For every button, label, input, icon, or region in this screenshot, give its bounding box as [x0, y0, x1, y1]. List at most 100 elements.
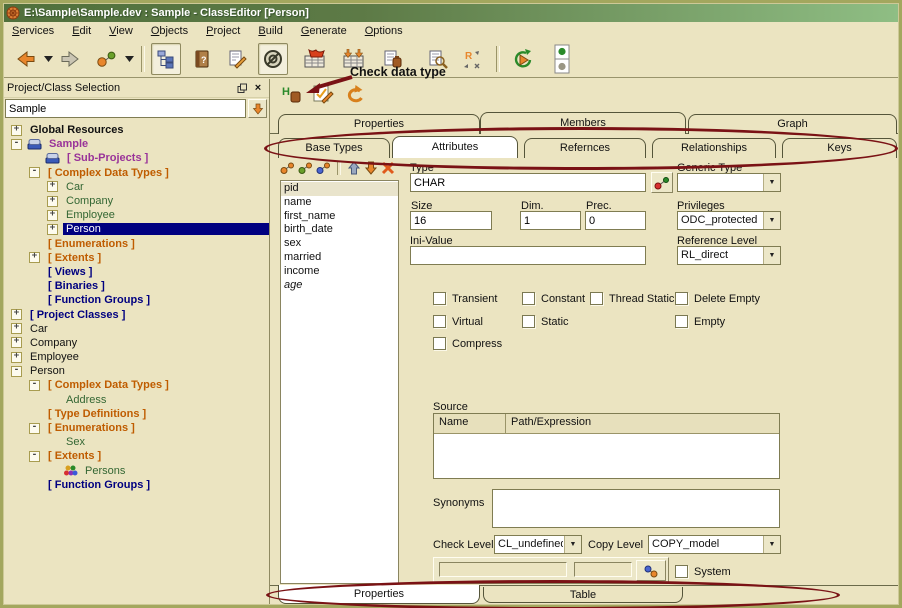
prec-input[interactable] [585, 211, 646, 230]
tree-expander-icon[interactable]: + [11, 323, 22, 334]
privileges-dropdown[interactable]: ODC_protected▼ [677, 211, 781, 230]
tree-expander-icon[interactable]: - [11, 139, 22, 150]
panel-splitter[interactable] [269, 79, 270, 605]
tree-expander-icon[interactable]: + [47, 210, 58, 221]
generic-type-dropdown[interactable]: ▼ [677, 173, 781, 192]
forward-arrow-icon[interactable] [56, 44, 84, 74]
dropdown-arrow-icon[interactable]: ▼ [763, 212, 780, 229]
menu-item-build[interactable]: Build [249, 23, 291, 39]
source-column-path[interactable]: Path/Expression [506, 414, 779, 433]
checkbox-system[interactable]: System [675, 565, 731, 578]
tree-expander-icon[interactable]: + [11, 352, 22, 363]
back-arrow-icon[interactable] [12, 44, 40, 74]
tree-item-car[interactable]: +Car [3, 322, 269, 336]
class-book-icon[interactable]: ? [188, 44, 216, 74]
checkbox-constant[interactable]: Constant [522, 292, 585, 305]
checkbox-static[interactable]: Static [522, 315, 569, 328]
tree-item-address[interactable]: Address [3, 393, 269, 407]
checkbox-compress[interactable]: Compress [433, 337, 502, 350]
menu-item-options[interactable]: Options [356, 23, 412, 39]
tree-expander-icon[interactable]: + [29, 252, 40, 263]
filter-dropdown-button[interactable] [248, 99, 267, 118]
menu-item-services[interactable]: Services [3, 23, 63, 39]
back-dropdown-icon[interactable] [42, 44, 54, 74]
check-level-dropdown[interactable]: CL_undefined▼ [494, 535, 582, 554]
checkbox-box[interactable] [433, 337, 446, 350]
checkbox-box[interactable] [675, 292, 688, 305]
run-generate-icon[interactable] [509, 44, 537, 74]
tree-expander-icon[interactable]: + [47, 196, 58, 207]
reference-level-dropdown[interactable]: RL_direct▼ [677, 246, 781, 265]
tree-item-person[interactable]: +Person [3, 222, 269, 236]
menu-item-project[interactable]: Project [197, 23, 249, 39]
tree-item-person[interactable]: -Person [3, 364, 269, 378]
tree-expander-icon[interactable]: - [29, 167, 40, 178]
checkbox-virtual[interactable]: Virtual [433, 315, 483, 328]
bottomtab-table[interactable]: Table [483, 587, 683, 603]
link-dropdown-icon[interactable] [123, 44, 135, 74]
menu-item-edit[interactable]: Edit [63, 23, 100, 39]
source-table-body[interactable] [434, 434, 779, 478]
tree-expander-icon[interactable]: - [11, 366, 22, 377]
source-column-name[interactable]: Name [434, 414, 506, 433]
import-schema-icon[interactable] [301, 44, 329, 74]
tree-item-type-definitions[interactable]: [ Type Definitions ] [3, 407, 269, 421]
tree-expander-icon[interactable]: + [11, 125, 22, 136]
checkbox-box[interactable] [522, 315, 535, 328]
checkbox-box[interactable] [433, 292, 446, 305]
tree-item-extents[interactable]: +[ Extents ] [3, 251, 269, 265]
tree-item-enumerations[interactable]: [ Enumerations ] [3, 237, 269, 251]
checkbox-transient[interactable]: Transient [433, 292, 497, 305]
tree-item-employee[interactable]: +Employee [3, 208, 269, 222]
class-filter-input[interactable] [5, 99, 246, 118]
tree-item-company[interactable]: +Company [3, 194, 269, 208]
index-field-2[interactable] [574, 562, 632, 577]
checkbox-empty[interactable]: Empty [675, 315, 725, 328]
online-status-icon[interactable] [548, 42, 576, 76]
menu-item-view[interactable]: View [100, 23, 142, 39]
bottomtab-properties[interactable]: Properties [278, 585, 480, 604]
tree-item-enumerations[interactable]: -[ Enumerations ] [3, 421, 269, 435]
tree-item-global-resources[interactable]: +Global Resources [3, 123, 269, 137]
tree-expander-icon[interactable]: - [29, 380, 40, 391]
tree-item-sample[interactable]: -Sample [3, 137, 269, 151]
tree-item-binaries[interactable]: [ Binaries ] [3, 279, 269, 293]
tree-expander-icon[interactable]: + [11, 337, 22, 348]
checkbox-box[interactable] [590, 292, 603, 305]
checkbox-delete-empty[interactable]: Delete Empty [675, 292, 760, 305]
class-link-molecule-icon[interactable] [93, 44, 121, 74]
float-panel-icon[interactable] [235, 82, 249, 95]
edit-document-icon[interactable] [223, 44, 251, 74]
tree-item-persons[interactable]: Persons [3, 464, 269, 478]
export-schema-icon[interactable] [340, 44, 368, 74]
tree-item-function-groups[interactable]: [ Function Groups ] [3, 478, 269, 492]
check-in-document-icon[interactable] [379, 44, 407, 74]
synonyms-textarea[interactable] [492, 489, 780, 528]
close-panel-icon[interactable]: × [251, 82, 265, 95]
report-view-icon[interactable] [424, 44, 452, 74]
copy-level-dropdown[interactable]: COPY_model▼ [648, 535, 781, 554]
dropdown-arrow-icon[interactable]: ▼ [763, 536, 780, 553]
checkbox-box[interactable] [675, 565, 688, 578]
dropdown-arrow-icon[interactable]: ▼ [564, 536, 581, 553]
ini-value-input[interactable] [410, 246, 646, 265]
tree-item-car[interactable]: +Car [3, 180, 269, 194]
dropdown-arrow-icon[interactable]: ▼ [763, 247, 780, 264]
class-editor-toggle-icon[interactable] [258, 43, 288, 75]
checkbox-thread-static[interactable]: Thread Static [590, 292, 674, 305]
tree-expander-icon[interactable]: - [29, 423, 40, 434]
menu-item-objects[interactable]: Objects [142, 23, 197, 39]
size-input[interactable] [410, 211, 492, 230]
tree-item-extents[interactable]: -[ Extents ] [3, 449, 269, 463]
checkbox-box[interactable] [675, 315, 688, 328]
type-input[interactable] [410, 173, 646, 192]
menu-item-generate[interactable]: Generate [292, 23, 356, 39]
tree-expander-icon[interactable]: + [47, 224, 58, 235]
checkbox-box[interactable] [433, 315, 446, 328]
tree-item-views[interactable]: [ Views ] [3, 265, 269, 279]
tree-item-company[interactable]: +Company [3, 336, 269, 350]
dim-input[interactable] [520, 211, 581, 230]
tree-item-complex-data-types[interactable]: -[ Complex Data Types ] [3, 166, 269, 180]
rename-refactor-icon[interactable]: R [459, 44, 487, 74]
tree-item-project-classes[interactable]: +[ Project Classes ] [3, 307, 269, 321]
